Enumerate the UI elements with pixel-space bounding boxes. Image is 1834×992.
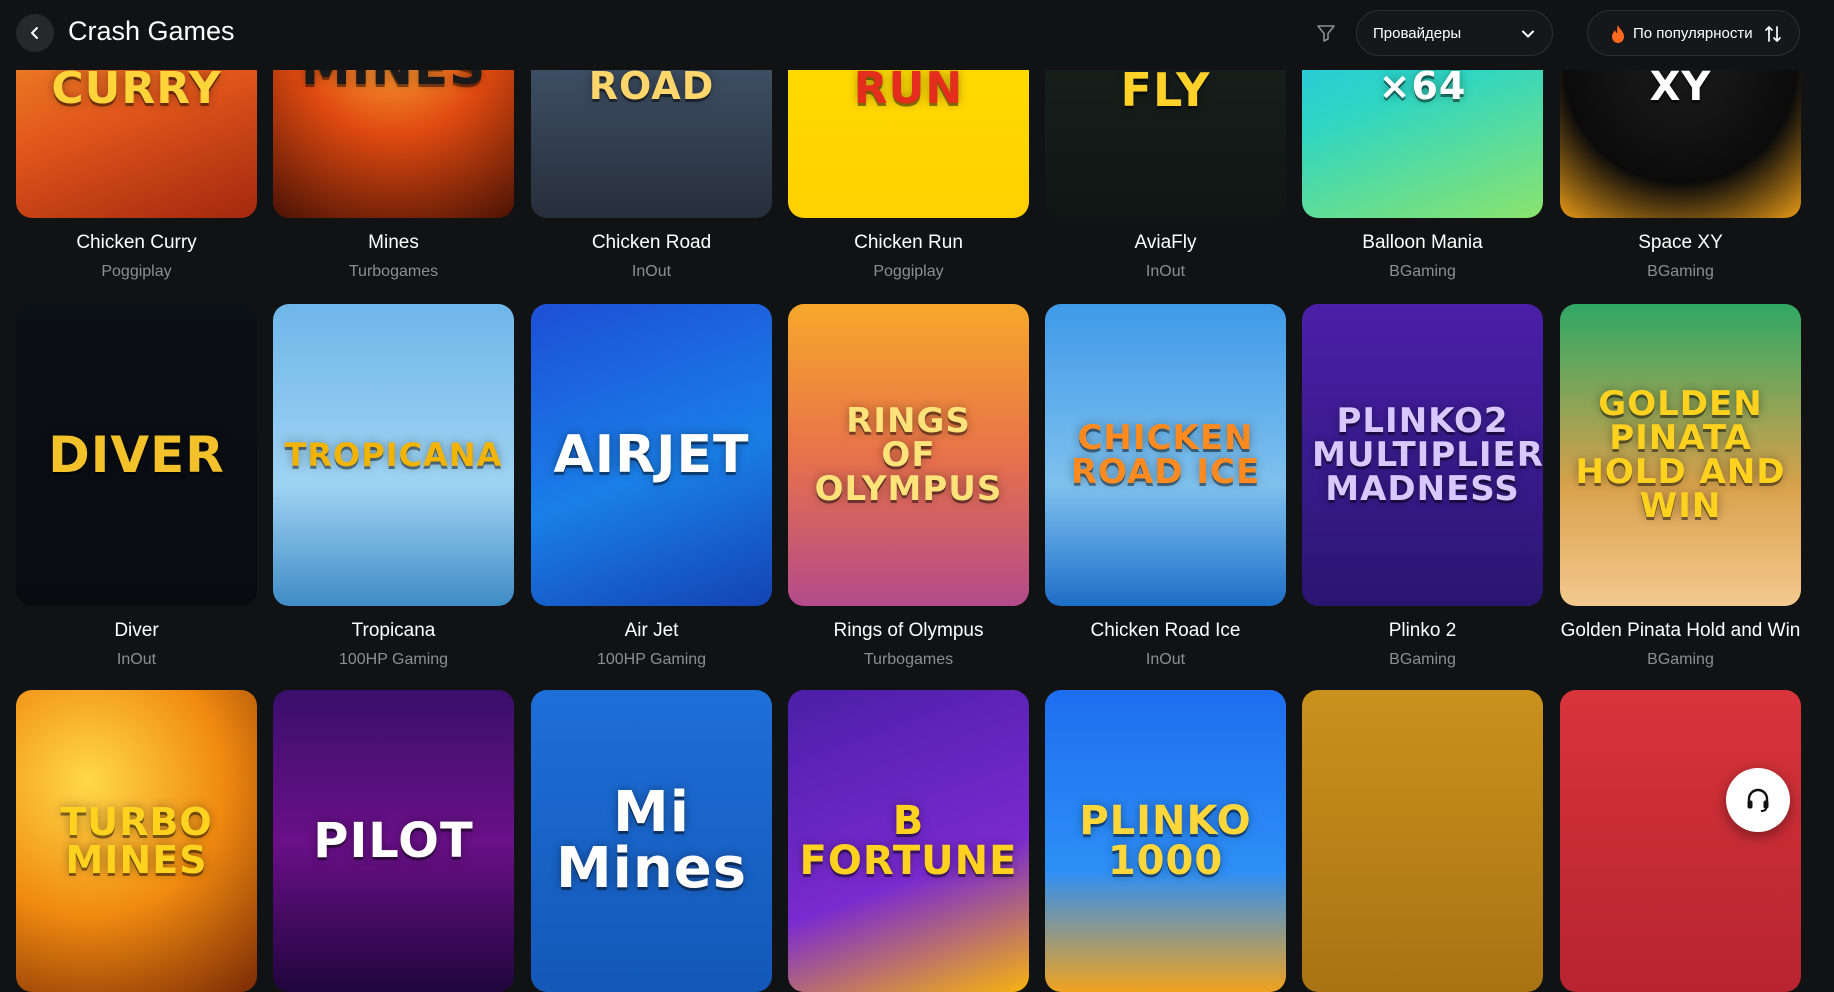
game-provider: BGaming bbox=[1647, 651, 1714, 668]
game-title[interactable]: Air Jet bbox=[525, 620, 778, 642]
top-bar: Crash Games Провайдеры По популярности bbox=[0, 0, 1834, 70]
games-grid: CHICKEN CURRYChicken CurryPoggiplayMINES… bbox=[0, 0, 1834, 992]
game-title[interactable]: Tropicana bbox=[267, 620, 520, 642]
game-title[interactable]: Chicken Road bbox=[525, 232, 778, 254]
game-provider: Poggiplay bbox=[873, 263, 944, 280]
game-thumbnail[interactable] bbox=[1560, 690, 1801, 992]
game-title[interactable]: AviaFly bbox=[1039, 232, 1292, 254]
game-title[interactable]: Mines bbox=[267, 232, 520, 254]
game-thumbnail[interactable]: PLINKO2 MULTIPLIER MADNESS bbox=[1302, 304, 1543, 606]
headset-icon bbox=[1747, 788, 1769, 812]
game-thumbnail[interactable]: B FORTUNE bbox=[788, 690, 1029, 992]
game-title[interactable]: Diver bbox=[10, 620, 263, 642]
game-logo-art: PLINKO2 MULTIPLIER MADNESS bbox=[1312, 401, 1543, 509]
game-logo-art: GOLDEN PINATA HOLD AND WIN bbox=[1575, 384, 1786, 526]
game-provider: Turbogames bbox=[863, 651, 954, 668]
game-provider: InOut bbox=[1145, 263, 1186, 280]
back-button[interactable] bbox=[16, 14, 54, 52]
sort-dropdown[interactable]: По популярности bbox=[1587, 10, 1800, 56]
support-chat-button[interactable] bbox=[1726, 768, 1790, 832]
game-thumbnail[interactable]: GOLDEN PINATA HOLD AND WIN bbox=[1560, 304, 1801, 606]
game-thumbnail[interactable]: Mi Mines bbox=[531, 690, 772, 992]
game-thumbnail[interactable]: DIVER bbox=[16, 304, 257, 606]
game-logo-art: Mi Mines bbox=[555, 780, 748, 901]
game-provider: InOut bbox=[116, 651, 157, 668]
game-logo-art: B FORTUNE bbox=[799, 798, 1018, 884]
game-title[interactable]: Balloon Mania bbox=[1296, 232, 1549, 254]
game-logo-art: DIVER bbox=[48, 426, 225, 484]
filter-button[interactable] bbox=[1313, 20, 1339, 46]
game-logo-art: RINGS OF OLYMPUS bbox=[814, 401, 1003, 509]
providers-label: Провайдеры bbox=[1373, 25, 1462, 42]
filter-icon bbox=[1317, 25, 1335, 42]
game-thumbnail[interactable] bbox=[1302, 690, 1543, 992]
game-thumbnail[interactable]: PLINKO 1000 bbox=[1045, 690, 1286, 992]
game-title[interactable]: Golden Pinata Hold and Win bbox=[1554, 620, 1807, 642]
game-thumbnail[interactable]: TURBO MINES bbox=[16, 690, 257, 992]
game-title[interactable]: Plinko 2 bbox=[1296, 620, 1549, 642]
game-provider: InOut bbox=[1145, 651, 1186, 668]
game-logo-art: TURBO MINES bbox=[60, 800, 213, 882]
fire-icon bbox=[1612, 25, 1624, 43]
providers-dropdown[interactable]: Провайдеры bbox=[1356, 10, 1553, 56]
game-logo-art: PLINKO 1000 bbox=[1079, 798, 1252, 884]
game-provider: Poggiplay bbox=[101, 263, 172, 280]
sort-arrows-icon bbox=[1765, 26, 1781, 42]
sort-label: По популярности bbox=[1633, 25, 1753, 42]
game-thumbnail[interactable]: PILOT bbox=[273, 690, 514, 992]
game-title[interactable]: Rings of Olympus bbox=[782, 620, 1035, 642]
chevron-left-icon bbox=[31, 27, 38, 39]
game-thumbnail[interactable]: RINGS OF OLYMPUS bbox=[788, 304, 1029, 606]
game-thumbnail[interactable]: CHICKEN ROAD ICE bbox=[1045, 304, 1286, 606]
game-title[interactable]: Chicken Road Ice bbox=[1039, 620, 1292, 642]
game-title[interactable]: Chicken Curry bbox=[10, 232, 263, 254]
game-logo-art: CHICKEN ROAD ICE bbox=[1070, 418, 1261, 492]
game-provider: Turbogames bbox=[348, 263, 439, 280]
game-provider: InOut bbox=[631, 263, 672, 280]
game-thumbnail[interactable]: AIRJET bbox=[531, 304, 772, 606]
game-provider: BGaming bbox=[1647, 263, 1714, 280]
chevron-down-icon bbox=[1522, 30, 1534, 38]
game-provider: BGaming bbox=[1389, 263, 1456, 280]
game-logo-art: PILOT bbox=[313, 813, 474, 869]
game-provider: 100HP Gaming bbox=[338, 651, 449, 668]
game-logo-art: TROPICANA bbox=[284, 436, 503, 474]
page-title: Crash Games bbox=[68, 16, 235, 46]
game-title[interactable]: Chicken Run bbox=[782, 232, 1035, 254]
game-provider: 100HP Gaming bbox=[596, 651, 707, 668]
game-provider: BGaming bbox=[1389, 651, 1456, 668]
game-logo-art: AIRJET bbox=[553, 425, 750, 485]
game-title[interactable]: Space XY bbox=[1554, 232, 1807, 254]
game-thumbnail[interactable]: TROPICANA bbox=[273, 304, 514, 606]
